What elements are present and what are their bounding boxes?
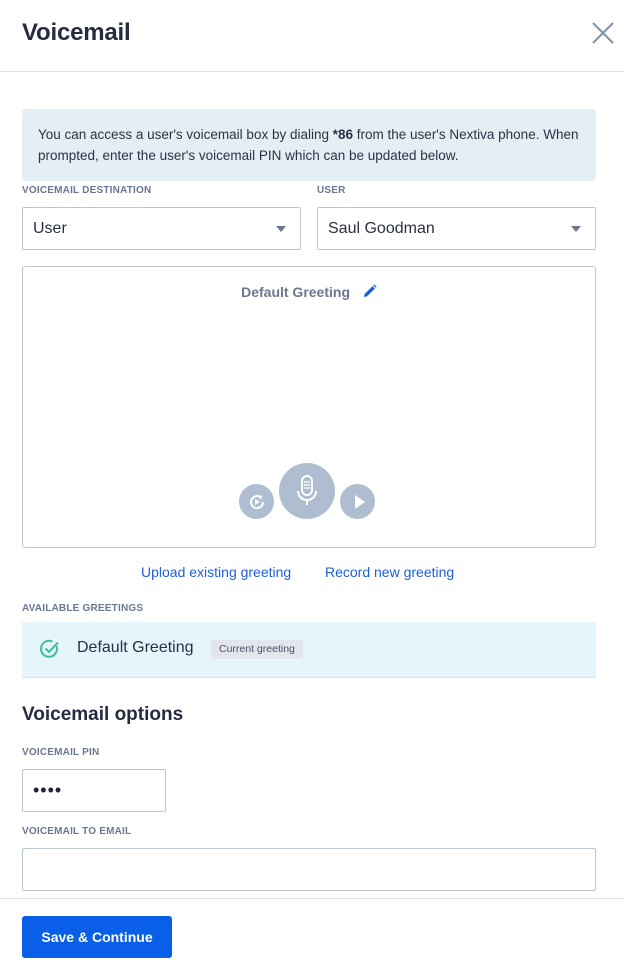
microphone-icon[interactable] xyxy=(279,463,335,519)
info-code: *86 xyxy=(332,127,354,142)
status-badge: Current greeting xyxy=(211,640,303,659)
dialog-title: Voicemail xyxy=(22,19,131,46)
greeting-name: Default Greeting xyxy=(77,639,194,656)
list-item[interactable]: Default Greeting Current greeting xyxy=(22,622,596,678)
pin-field[interactable]: •••• xyxy=(22,769,166,812)
email-label: VOICEMAIL TO EMAIL xyxy=(22,826,132,837)
dialog-footer: Save & Continue xyxy=(0,898,624,965)
pencil-icon[interactable] xyxy=(362,284,377,302)
greeting-title: Default Greeting xyxy=(241,284,350,300)
upload-greeting-link[interactable]: Upload existing greeting xyxy=(141,564,291,580)
save-continue-button[interactable]: Save & Continue xyxy=(22,916,172,958)
available-greetings-label: AVAILABLE GREETINGS xyxy=(22,603,144,614)
destination-select[interactable]: User xyxy=(22,207,301,250)
user-select[interactable]: Saul Goodman xyxy=(317,207,596,250)
info-text-before: You can access a user's voicemail box by… xyxy=(38,127,333,142)
greeting-panel: Default Greeting xyxy=(22,266,596,548)
pin-value: •••• xyxy=(33,780,63,800)
check-circle-icon xyxy=(39,638,61,665)
play-icon[interactable] xyxy=(340,484,375,519)
dialog-header: Voicemail xyxy=(0,0,624,72)
caret-down-icon xyxy=(571,226,581,232)
info-banner: You can access a user's voicemail box by… xyxy=(22,109,596,181)
user-value: Saul Goodman xyxy=(328,219,435,237)
user-label: USER xyxy=(317,185,346,196)
email-field[interactable] xyxy=(22,848,596,891)
caret-down-icon xyxy=(276,226,286,232)
options-title: Voicemail options xyxy=(22,704,184,725)
destination-label: VOICEMAIL DESTINATION xyxy=(22,185,152,196)
refresh-icon[interactable] xyxy=(239,484,274,519)
record-greeting-link[interactable]: Record new greeting xyxy=(325,564,454,580)
pin-label: VOICEMAIL PIN xyxy=(22,747,100,758)
destination-value: User xyxy=(33,219,67,237)
close-icon[interactable] xyxy=(588,18,618,48)
